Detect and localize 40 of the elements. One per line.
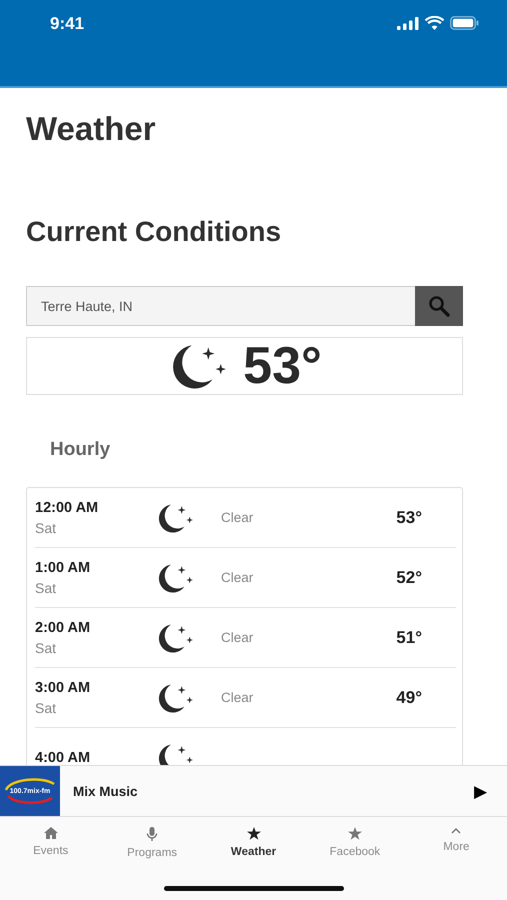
hour-time: 1:00 AM xyxy=(35,560,92,576)
hour-day: Sat xyxy=(35,580,155,596)
wifi-icon xyxy=(425,16,444,30)
hour-time: 12:00 AM xyxy=(35,500,100,516)
status-time: 9:41 xyxy=(50,14,84,34)
hour-condition: Clear xyxy=(221,630,254,645)
current-temperature: 53° xyxy=(243,336,322,396)
search-icon xyxy=(428,295,450,317)
tab[interactable]: Weather xyxy=(202,827,304,861)
microphone-icon xyxy=(146,827,158,841)
hour-day: Sat xyxy=(35,520,155,536)
hour-temperature: 51° xyxy=(396,628,422,648)
hour-time: 2:00 AM xyxy=(35,620,92,636)
hour-temperature: 49° xyxy=(396,688,422,708)
hour-temperature: 53° xyxy=(396,508,422,528)
section-title: Current Conditions xyxy=(26,216,282,248)
caret-icon xyxy=(450,827,462,835)
tab[interactable]: Facebook xyxy=(304,827,406,861)
tab[interactable]: More xyxy=(406,827,507,861)
search-field[interactable]: Terre Haute, IN xyxy=(26,286,415,326)
hour-time: 4:00 AM xyxy=(35,750,92,765)
hourly-title: Hourly xyxy=(50,439,112,461)
signal-icon xyxy=(397,16,419,30)
hour-day: Sat xyxy=(35,700,155,716)
play-button[interactable]: ▶ xyxy=(474,780,487,802)
star-icon xyxy=(348,827,362,840)
star-icon xyxy=(246,827,261,840)
home-icon xyxy=(44,827,58,839)
search-button[interactable] xyxy=(415,286,463,326)
hour-time: 3:00 AM xyxy=(35,680,92,696)
player-title: Mix Music xyxy=(73,784,139,798)
battery-icon xyxy=(450,16,479,30)
hour-condition: Clear xyxy=(221,510,254,525)
hour-condition: Clear xyxy=(221,690,254,705)
tab[interactable]: Programs xyxy=(101,827,203,861)
hour-condition: Clear xyxy=(221,570,254,585)
page-title: Weather xyxy=(26,110,157,148)
hour-temperature: 52° xyxy=(396,568,422,588)
hour-day: Sat xyxy=(35,640,155,656)
tab[interactable]: Events xyxy=(0,827,102,861)
